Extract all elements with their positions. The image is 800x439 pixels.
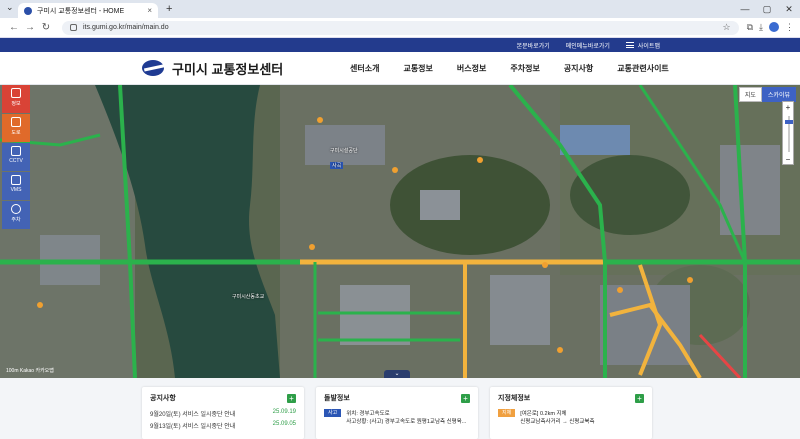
nav-related-sites[interactable]: 교통관련사이트 <box>617 63 669 74</box>
parking-icon <box>11 204 21 214</box>
notice-more-button[interactable]: + <box>287 393 296 403</box>
congestion-badge: 지체 <box>498 409 516 417</box>
layer-info-button[interactable]: 정보 <box>2 85 30 113</box>
layer-vms-label: VMS <box>10 187 22 193</box>
extensions-icon[interactable]: ⧉ <box>747 22 753 33</box>
browser-navbar: ← → ↻ its.gumi.go.kr/main/main.do ☆ ⧉ ⤓ … <box>0 18 800 38</box>
new-tab-button[interactable]: + <box>166 3 172 15</box>
congestion-more-button[interactable]: + <box>635 393 644 403</box>
sitemap-button[interactable]: 사이트맵 <box>625 41 660 50</box>
congestion-section: 신평교남측사거리 → 신평교북측 <box>520 419 595 425</box>
map-scale: 100m Kakao 카카오맵 <box>6 368 54 374</box>
notice-panel: 공지사항 + 9월20일(토) 서비스 일시중단 안내 25.09.19 9월1… <box>142 387 304 439</box>
site-logo[interactable]: 구미시 교통정보센터 <box>142 58 283 78</box>
zoom-control: + − <box>782 101 794 165</box>
nav-center-intro[interactable]: 센터소개 <box>350 63 379 74</box>
site-header: 구미시 교통정보센터 센터소개 교통정보 버스정보 주차정보 공지사항 교통관련… <box>0 52 800 85</box>
site-topbar: 본문바로가기 메인메뉴바로가기 사이트맵 <box>0 38 800 52</box>
browser-tab[interactable]: 구미시 교통정보센터 - HOME × <box>18 3 158 18</box>
url-text: its.gumi.go.kr/main/main.do <box>83 24 169 31</box>
bookmark-star-icon[interactable]: ☆ <box>723 22 731 33</box>
info-panels: 공지사항 + 9월20일(토) 서비스 일시중단 안내 25.09.19 9월1… <box>0 378 800 439</box>
map-collapse-button[interactable]: ⌄ <box>384 370 410 378</box>
sitemap-label: 사이트맵 <box>637 43 660 50</box>
zoom-in-button[interactable]: + <box>783 102 793 114</box>
address-bar[interactable]: its.gumi.go.kr/main/main.do ☆ <box>62 20 739 35</box>
zoom-thumb[interactable] <box>785 120 793 124</box>
congestion-title: 지정체정보 <box>498 395 531 402</box>
nav-notice[interactable]: 공지사항 <box>564 63 593 74</box>
hamburger-icon <box>625 42 634 48</box>
layer-info-label: 정보 <box>11 101 21 107</box>
notice-date: 25.09.05 <box>272 421 296 427</box>
nav-bus-info[interactable]: 버스정보 <box>457 63 486 74</box>
download-icon[interactable]: ⤓ <box>759 22 763 33</box>
browser-tabstrip: ⌄ 구미시 교통정보센터 - HOME × + — ▢ ✕ <box>0 0 800 18</box>
zoom-out-button[interactable]: − <box>783 154 793 166</box>
main-nav: 센터소개 교통정보 버스정보 주차정보 공지사항 교통관련사이트 <box>350 52 693 85</box>
vms-icon <box>11 175 21 185</box>
favicon-icon <box>24 6 32 15</box>
notice-row[interactable]: 9월20일(토) 서비스 일시중단 안내 25.09.19 <box>150 409 296 418</box>
map-type-skyview[interactable]: 스카이뷰 <box>761 87 796 102</box>
zoom-slider[interactable] <box>783 114 793 154</box>
notice-date: 25.09.19 <box>272 409 296 415</box>
forward-icon[interactable]: → <box>22 22 38 33</box>
gumi-logo-icon <box>142 58 168 78</box>
map-type-map[interactable]: 지도 <box>738 87 762 102</box>
nav-parking-info[interactable]: 주차정보 <box>510 63 539 74</box>
congestion-item[interactable]: 지체 [여은로] 0.2km 지체 신평교남측사거리 → 신평교북측 <box>498 409 644 425</box>
minimize-icon[interactable]: — <box>734 0 756 18</box>
maximize-icon[interactable]: ▢ <box>756 0 778 18</box>
satellite-map-svg <box>0 85 800 378</box>
tab-title: 구미시 교통정보센터 - HOME <box>37 7 125 15</box>
congestion-panel: 지정체정보 + 지체 [여은로] 0.2km 지체 신평교남측사거리 → 신평교… <box>490 387 652 439</box>
traffic-map[interactable]: 구미시설공단 구미시산동초교 사곡 정보 도로 CCTV VMS 주차 지도 스… <box>0 85 800 378</box>
layer-cctv-label: CCTV <box>9 158 23 164</box>
site-info-icon[interactable] <box>70 24 77 31</box>
notice-row[interactable]: 9월13일(토) 서비스 일시중단 안내 25.09.05 <box>150 421 296 430</box>
logo-text: 구미시 교통정보센터 <box>172 61 284 77</box>
road-icon <box>11 117 21 127</box>
skip-content-link[interactable]: 본문바로가기 <box>517 41 550 50</box>
nav-traffic-info[interactable]: 교통정보 <box>403 63 432 74</box>
layer-road-label: 도로 <box>11 130 21 136</box>
cctv-icon <box>11 146 21 156</box>
layer-vms-button[interactable]: VMS <box>2 172 30 200</box>
incident-badge: 사고 <box>324 409 342 417</box>
incident-panel: 돌발정보 + 사고 위치: 경부고속도로 사고상황: (사고) 경부고속도로 원… <box>316 387 478 439</box>
layer-cctv-button[interactable]: CCTV <box>2 143 30 171</box>
congestion-road: [여은로] 0.2km 지체 <box>520 411 567 417</box>
back-icon[interactable]: ← <box>6 22 22 33</box>
profile-avatar[interactable] <box>769 22 779 32</box>
layer-road-button[interactable]: 도로 <box>2 114 30 142</box>
notice-text: 9월13일(토) 서비스 일시중단 안내 <box>150 424 236 430</box>
reload-icon[interactable]: ↻ <box>38 22 54 33</box>
layer-parking-label: 주차 <box>11 217 21 223</box>
close-tab-icon[interactable]: × <box>147 6 152 15</box>
notice-text: 9월20일(토) 서비스 일시중단 안내 <box>150 412 236 418</box>
warning-icon <box>11 88 21 98</box>
incident-title: 돌발정보 <box>324 395 350 402</box>
incident-item[interactable]: 사고 위치: 경부고속도로 사고상황: (사고) 경부고속도로 원평1교남측 신… <box>324 409 470 425</box>
incident-location: 위치: 경부고속도로 <box>346 411 390 417</box>
map-type-toggle: 지도 스카이뷰 <box>738 87 796 102</box>
map-incident-marker[interactable]: 사곡 <box>330 162 344 169</box>
close-window-icon[interactable]: ✕ <box>778 0 800 18</box>
incident-more-button[interactable]: + <box>461 393 470 403</box>
map-layer-sidebar: 정보 도로 CCTV VMS 주차 <box>2 85 30 230</box>
layer-parking-button[interactable]: 주차 <box>2 201 30 229</box>
map-label: 구미시설공단 <box>330 148 358 154</box>
skip-menu-link[interactable]: 메인메뉴바로가기 <box>566 41 610 50</box>
tab-search-icon[interactable]: ⌄ <box>6 2 14 13</box>
incident-detail: 사고상황: (사고) 경부고속도로 원평1교남측 신평육... <box>346 419 467 425</box>
notice-title: 공지사항 <box>150 395 176 402</box>
map-label-school: 구미시산동초교 <box>232 294 265 300</box>
browser-menu-icon[interactable]: ⋮ <box>785 22 794 33</box>
window-controls: — ▢ ✕ <box>734 0 800 18</box>
